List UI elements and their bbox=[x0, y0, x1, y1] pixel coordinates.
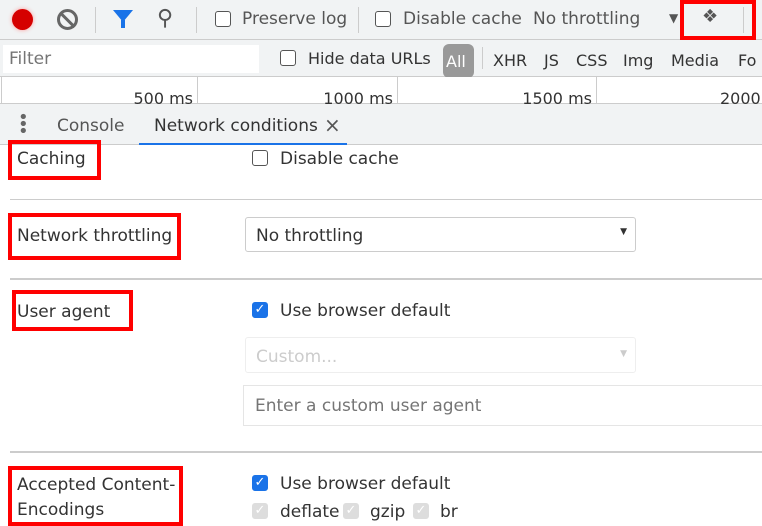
gzip-label: gzip bbox=[370, 502, 406, 522]
tick-line bbox=[397, 77, 398, 104]
close-tab-icon[interactable]: × bbox=[324, 113, 341, 137]
record-icon[interactable] bbox=[12, 9, 33, 30]
select-value: Custom... bbox=[256, 347, 338, 367]
divider bbox=[10, 278, 762, 280]
more-menu-icon[interactable]: • • • bbox=[18, 109, 29, 141]
user-agent-default-label: Use browser default bbox=[280, 301, 451, 321]
user-agent-default-checkbox[interactable]: ✓ bbox=[252, 302, 268, 318]
type-js[interactable]: JS bbox=[544, 51, 559, 70]
encodings-default-label: Use browser default bbox=[280, 474, 451, 494]
tick-line bbox=[197, 77, 198, 104]
type-css[interactable]: CSS bbox=[576, 51, 607, 70]
divider bbox=[10, 199, 762, 200]
disable-cache-label: Disable cache bbox=[280, 149, 399, 169]
tick-line bbox=[596, 77, 597, 104]
tab-console[interactable]: Console bbox=[57, 116, 125, 136]
network-conditions-panel: Caching Disable cache Network throttling… bbox=[0, 140, 762, 526]
highlight-box bbox=[680, 0, 756, 40]
highlight-box bbox=[8, 466, 183, 526]
tab-label: Network conditions bbox=[154, 116, 318, 136]
divider bbox=[10, 451, 762, 453]
filter-bar: Hide data URLs All XHR JS CSS Img Media … bbox=[0, 40, 762, 78]
disable-cache-checkbox[interactable] bbox=[252, 150, 268, 166]
tab-network-conditions[interactable]: Network conditions × bbox=[139, 104, 347, 145]
highlight-box bbox=[12, 290, 133, 331]
highlight-box bbox=[8, 140, 101, 180]
throttling-select[interactable]: No throttling bbox=[533, 9, 640, 29]
highlight-box bbox=[8, 213, 181, 260]
select-value: No throttling bbox=[256, 226, 364, 246]
divider bbox=[358, 7, 359, 33]
hide-data-urls-checkbox[interactable] bbox=[280, 50, 296, 66]
timeline-overview[interactable]: 500 ms 1000 ms 1500 ms 2000 bbox=[0, 77, 762, 108]
drawer-tabbar: • • • Console Network conditions × bbox=[0, 104, 762, 145]
filter-icon-stem bbox=[121, 20, 125, 28]
dropdown-arrow-icon: ▼ bbox=[620, 349, 627, 359]
disable-cache-checkbox[interactable] bbox=[375, 11, 391, 27]
tick-line bbox=[1, 77, 2, 104]
type-img[interactable]: Img bbox=[623, 51, 653, 70]
type-xhr[interactable]: XHR bbox=[493, 51, 527, 70]
dropdown-arrow-icon[interactable]: ▼ bbox=[669, 11, 678, 25]
gzip-checkbox[interactable]: ✓ bbox=[343, 503, 359, 519]
deflate-label: deflate bbox=[280, 502, 340, 522]
br-checkbox[interactable]: ✓ bbox=[413, 503, 429, 519]
disable-cache-label: Disable cache bbox=[403, 9, 522, 29]
encodings-default-checkbox[interactable]: ✓ bbox=[252, 475, 268, 491]
filter-input[interactable] bbox=[3, 45, 259, 73]
preserve-log-label: Preserve log bbox=[242, 9, 348, 29]
preserve-log-checkbox[interactable] bbox=[215, 11, 231, 27]
custom-user-agent-input[interactable] bbox=[243, 385, 762, 426]
search-icon[interactable]: ⚲ bbox=[157, 6, 173, 31]
network-toolbar: ⚲ Preserve log Disable cache No throttli… bbox=[0, 0, 762, 40]
dropdown-arrow-icon: ▼ bbox=[620, 227, 627, 237]
type-font[interactable]: Fo bbox=[738, 51, 756, 70]
type-media[interactable]: Media bbox=[671, 51, 719, 70]
deflate-checkbox[interactable]: ✓ bbox=[252, 503, 268, 519]
throttling-select[interactable]: No throttling ▼ bbox=[245, 217, 636, 252]
type-all[interactable]: All bbox=[443, 44, 474, 78]
br-label: br bbox=[440, 502, 458, 522]
hide-data-urls-label: Hide data URLs bbox=[308, 49, 431, 68]
divider bbox=[95, 7, 96, 33]
divider bbox=[196, 7, 197, 33]
user-agent-select[interactable]: Custom... ▼ bbox=[245, 337, 636, 373]
clear-icon[interactable] bbox=[57, 9, 78, 30]
divider bbox=[482, 47, 483, 69]
